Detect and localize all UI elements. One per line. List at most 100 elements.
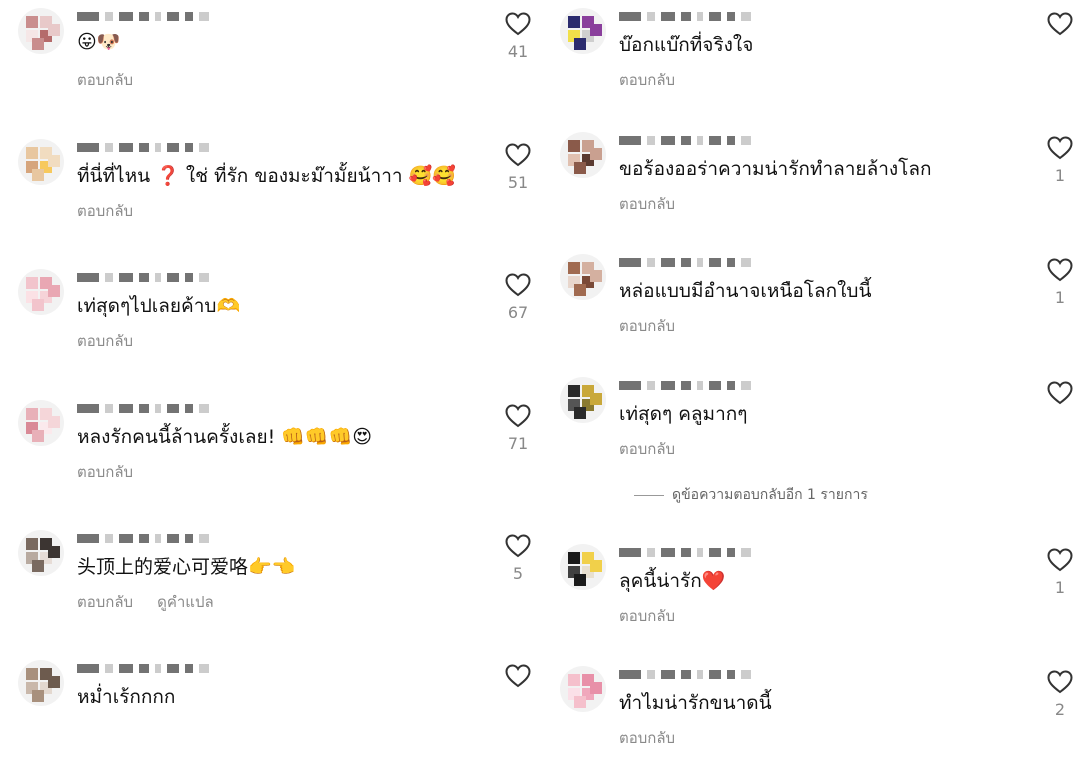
username-blurred[interactable] <box>77 662 209 674</box>
avatar[interactable] <box>18 660 64 706</box>
like-count: 2 <box>1054 700 1066 719</box>
reply-button[interactable]: ตอบกลับ <box>77 68 133 92</box>
avatar[interactable] <box>18 269 64 315</box>
heart-icon <box>1046 136 1074 160</box>
comment-text: หม่ำเร้กกกก <box>77 686 176 708</box>
comment-text: ทำไมน่ารักขนาดนี้ <box>619 692 772 714</box>
avatar[interactable] <box>18 530 64 576</box>
view-more-replies-label: ดูข้อความตอบกลับอีก 1 รายการ <box>672 487 868 503</box>
heart-icon <box>504 143 532 167</box>
username-blurred[interactable] <box>77 532 209 544</box>
comment-actions: ตอบกลับ <box>619 314 675 338</box>
comment-item: เท่สุดๆไปเลยค้าบ🫶 ตอบกลับ 67 <box>0 265 542 385</box>
comment-text: 😛🐶 <box>77 31 121 53</box>
comment-column-left: 😛🐶 ตอบกลับ 41 ที่นี่ที่ไหน ❓ ใช่ ที่รัก ของ… <box>0 0 542 761</box>
like-count: 41 <box>507 42 529 61</box>
comment-item: ทำไมน่ารักขนาดนี้ตอบกลับ 2 <box>542 662 1084 782</box>
heart-icon <box>504 534 532 558</box>
heart-icon <box>1046 381 1074 405</box>
like-button[interactable]: 1 <box>1046 548 1074 597</box>
avatar[interactable] <box>560 254 606 300</box>
like-button[interactable] <box>504 664 532 694</box>
comment-actions: ตอบกลับ <box>77 199 133 223</box>
comment-text: หลงรักคนนี้ล้านครั้งเลย! 👊👊👊😍 <box>77 426 373 448</box>
comment-text: ลุคนี้น่ารัก❤️ <box>619 570 726 592</box>
reply-button[interactable]: ตอบกลับ <box>619 726 675 750</box>
username-blurred[interactable] <box>619 379 751 391</box>
reply-button[interactable]: ตอบกลับ <box>77 590 133 614</box>
like-count: 51 <box>507 173 529 192</box>
like-button[interactable]: 51 <box>504 143 532 192</box>
comment-item: ที่นี่ที่ไหน ❓ ใช่ ที่รัก ของมะม๊ามั้ยน้… <box>0 135 542 255</box>
reply-button[interactable]: ตอบกลับ <box>619 314 675 338</box>
heart-icon <box>504 273 532 297</box>
comment-actions: ตอบกลับ <box>619 604 675 628</box>
like-button[interactable]: 71 <box>504 404 532 453</box>
like-count: 1 <box>1054 166 1066 185</box>
comment-text: 头顶上的爱心可爱咯👉👈 <box>77 556 296 578</box>
like-count: 1 <box>1054 578 1066 597</box>
view-more-replies[interactable]: ดูข้อความตอบกลับอีก 1 รายการ <box>634 484 868 506</box>
comment-actions: ตอบกลับ ดูคำแปล <box>77 590 214 614</box>
avatar[interactable] <box>18 139 64 185</box>
like-button[interactable]: 41 <box>504 12 532 61</box>
heart-icon <box>504 664 532 688</box>
comment-text: เท่สุดๆไปเลยค้าบ🫶 <box>77 295 241 317</box>
username-blurred[interactable] <box>77 141 209 153</box>
comment-actions: ตอบกลับ <box>619 68 675 92</box>
like-button[interactable]: 1 <box>1046 258 1074 307</box>
comment-actions: ตอบกลับ <box>77 329 133 353</box>
username-blurred[interactable] <box>77 10 209 22</box>
like-count: 67 <box>507 303 529 322</box>
reply-button[interactable]: ตอบกลับ <box>77 329 133 353</box>
comment-column-right: บ๊อกแบ๊กที่จริงใจ ตอบกลับ ขอร้องออร่าความน… <box>542 0 1084 761</box>
reply-button[interactable]: ตอบกลับ <box>619 604 675 628</box>
username-blurred[interactable] <box>77 271 209 283</box>
username-blurred[interactable] <box>77 402 209 414</box>
comment-actions: ตอบกลับ <box>619 437 675 461</box>
comment-text: เท่สุดๆ คลูมากๆ <box>619 403 748 425</box>
reply-button[interactable]: ตอบกลับ <box>619 192 675 216</box>
like-button[interactable]: 5 <box>504 534 532 583</box>
reply-button[interactable]: ตอบกลับ <box>619 437 675 461</box>
avatar[interactable] <box>18 8 64 54</box>
comment-item: หล่อแบบมีอำนาจเหนือโลกใบนี้ ตอบกลับ 1 <box>542 250 1084 370</box>
comment-actions: ตอบกลับ <box>619 192 675 216</box>
like-button[interactable] <box>1046 12 1074 42</box>
username-blurred[interactable] <box>619 668 751 680</box>
divider-line <box>634 494 664 496</box>
reply-button[interactable]: ตอบกลับ <box>77 199 133 223</box>
like-button[interactable]: 2 <box>1046 670 1074 719</box>
heart-icon <box>1046 258 1074 282</box>
reply-button[interactable]: ตอบกลับ <box>619 68 675 92</box>
comment-text: ขอร้องออร่าความน่ารักทำลายล้างโลก <box>619 158 932 180</box>
reply-button[interactable]: ตอบกลับ <box>77 460 133 484</box>
avatar[interactable] <box>560 132 606 178</box>
comment-item: 头顶上的爱心可爱咯👉👈 ตอบกลับ ดูคำแปล 5 <box>0 526 542 646</box>
like-count: 71 <box>507 434 529 453</box>
avatar[interactable] <box>560 8 606 54</box>
username-blurred[interactable] <box>619 134 751 146</box>
like-button[interactable]: 67 <box>504 273 532 322</box>
username-blurred[interactable] <box>619 10 751 22</box>
avatar[interactable] <box>560 666 606 712</box>
username-blurred[interactable] <box>619 256 751 268</box>
comment-text: บ๊อกแบ๊กที่จริงใจ <box>619 34 754 56</box>
avatar[interactable] <box>560 377 606 423</box>
like-count: 5 <box>512 564 524 583</box>
heart-icon <box>1046 12 1074 36</box>
comment-item: หม่ำเร้กกกก <box>0 656 542 776</box>
comment-item: ขอร้องออร่าความน่ารักทำลายล้างโลกตอบกลับ… <box>542 128 1084 248</box>
comment-item: 😛🐶 ตอบกลับ 41 <box>0 4 542 124</box>
avatar[interactable] <box>560 544 606 590</box>
translate-button[interactable]: ดูคำแปล <box>157 590 214 614</box>
heart-icon <box>504 404 532 428</box>
like-button[interactable]: 1 <box>1046 136 1074 185</box>
username-blurred[interactable] <box>619 546 751 558</box>
like-button[interactable] <box>1046 381 1074 411</box>
heart-icon <box>1046 670 1074 694</box>
comment-actions: ตอบกลับ <box>619 726 675 750</box>
comment-item: หลงรักคนนี้ล้านครั้งเลย! 👊👊👊😍 ตอบกลับ 71 <box>0 396 542 516</box>
avatar[interactable] <box>18 400 64 446</box>
heart-icon <box>1046 548 1074 572</box>
